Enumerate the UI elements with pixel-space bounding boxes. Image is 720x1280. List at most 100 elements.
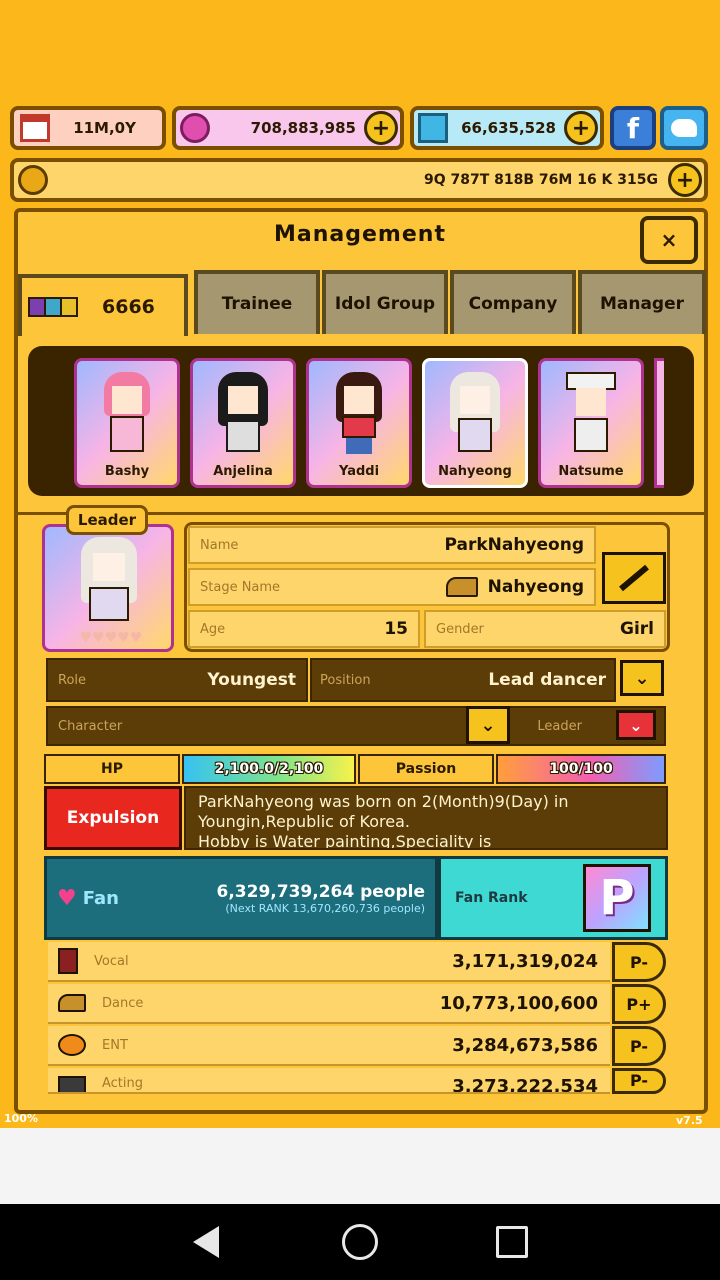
position-label: Position bbox=[320, 672, 371, 688]
fan-panel: ♥ Fan 6,329,739,264 people (Next RANK 13… bbox=[44, 856, 438, 940]
facebook-button[interactable]: f bbox=[610, 106, 656, 150]
shoe-icon bbox=[445, 577, 478, 597]
member-count-tab[interactable]: 6666 bbox=[18, 274, 188, 336]
stat-row-acting: Acting 3,273,222,534 bbox=[48, 1068, 610, 1094]
stat-row-ent: ENT 3,284,673,586 bbox=[48, 1026, 610, 1066]
member-avatar bbox=[328, 372, 390, 458]
rank-badge: P bbox=[583, 864, 651, 932]
name-value: ParkNahyeong bbox=[444, 535, 584, 555]
microphone-icon bbox=[58, 948, 78, 974]
add-pink-currency-button[interactable]: + bbox=[364, 111, 398, 145]
member-card[interactable]: Anjelina bbox=[190, 358, 296, 488]
member-card[interactable]: Bashy bbox=[74, 358, 180, 488]
rank-letter: P bbox=[599, 870, 635, 926]
character-dropdown-button[interactable]: ⌄ bbox=[466, 706, 510, 744]
stat-row-dance: Dance 10,773,100,600 bbox=[48, 984, 610, 1024]
close-button[interactable]: × bbox=[640, 216, 698, 264]
gender-value: Girl bbox=[620, 619, 654, 639]
position-row: Position Lead dancer bbox=[310, 658, 616, 702]
leader-label: Leader bbox=[537, 718, 582, 734]
date-display: 11M,0Y bbox=[10, 106, 166, 150]
mask-icon bbox=[58, 1034, 86, 1056]
passion-label: Passion bbox=[358, 754, 494, 784]
name-label: Name bbox=[200, 537, 239, 553]
role-label: Role bbox=[58, 672, 87, 688]
stat-row-vocal: Vocal 3,171,319,024 bbox=[48, 942, 610, 982]
stat-grade-dance: P+ bbox=[612, 984, 666, 1024]
member-card-partial[interactable] bbox=[654, 358, 664, 488]
recents-button[interactable] bbox=[496, 1226, 528, 1258]
blue-currency: 66,635,528 + bbox=[410, 106, 604, 150]
fan-label: Fan bbox=[82, 887, 119, 909]
member-card[interactable]: Yaddi bbox=[306, 358, 412, 488]
heart-icon: ♥ bbox=[57, 885, 77, 911]
stat-value: 10,773,100,600 bbox=[439, 992, 598, 1014]
date-value: 11M,0Y bbox=[73, 119, 136, 137]
bio-panel[interactable]: ParkNahyeong was born on 2(Month)9(Day) … bbox=[184, 786, 668, 850]
member-avatar bbox=[444, 372, 506, 458]
hp-value: 2,100.0/2,100 bbox=[214, 761, 324, 777]
home-button[interactable] bbox=[342, 1224, 378, 1260]
age-field: Age 15 bbox=[188, 610, 420, 648]
stat-value: 3,171,319,024 bbox=[452, 950, 598, 972]
facebook-icon: f bbox=[626, 111, 640, 145]
edit-name-button[interactable] bbox=[602, 552, 666, 604]
stage-name-value: Nahyeong bbox=[487, 577, 584, 597]
member-avatar bbox=[560, 372, 622, 458]
blank-area bbox=[0, 1128, 720, 1204]
fan-next-rank: (Next RANK 13,670,260,736 people) bbox=[225, 901, 425, 915]
back-button[interactable] bbox=[186, 1222, 226, 1262]
zoom-indicator: 100% bbox=[4, 1112, 38, 1125]
stat-label: Acting bbox=[102, 1076, 144, 1091]
stat-value: 3,284,673,586 bbox=[452, 1034, 598, 1056]
expulsion-button[interactable]: Expulsion bbox=[44, 786, 182, 850]
member-name: Anjelina bbox=[213, 464, 273, 479]
window-title: Management bbox=[274, 222, 446, 247]
calendar-icon bbox=[20, 114, 50, 142]
twitter-button[interactable] bbox=[660, 106, 708, 150]
pink-currency-value: 708,883,985 bbox=[250, 119, 356, 137]
stage-name-label: Stage Name bbox=[200, 579, 281, 595]
member-card[interactable]: Nahyeong bbox=[422, 358, 528, 488]
fan-rank-label: Fan Rank bbox=[455, 890, 528, 906]
group-icon bbox=[28, 297, 78, 317]
chevron-down-icon: ⌄ bbox=[629, 715, 643, 735]
stat-grade-ent: P- bbox=[612, 1026, 666, 1066]
age-value: 15 bbox=[384, 619, 408, 639]
character-row: Character - Leader bbox=[46, 706, 666, 746]
name-field: Name ParkNahyeong bbox=[188, 526, 596, 564]
add-blue-currency-button[interactable]: + bbox=[564, 111, 598, 145]
tab-idol-group[interactable]: Idol Group bbox=[322, 270, 448, 334]
camera-icon bbox=[58, 1076, 86, 1092]
add-gold-button[interactable]: + bbox=[668, 163, 702, 197]
member-name: Bashy bbox=[104, 464, 150, 479]
back-triangle-icon bbox=[193, 1226, 219, 1258]
role-row: Role Youngest bbox=[46, 658, 308, 702]
tab-manager[interactable]: Manager bbox=[578, 270, 706, 334]
member-name: Natsume bbox=[558, 464, 624, 479]
leader-toggle-button[interactable]: ⌄ bbox=[616, 710, 656, 740]
passion-value: 100/100 bbox=[549, 761, 613, 777]
blue-currency-value: 66,635,528 bbox=[461, 119, 556, 137]
member-avatar bbox=[96, 372, 158, 458]
position-dropdown-button[interactable]: ⌄ bbox=[620, 660, 664, 696]
version-label: v7.5 bbox=[676, 1114, 703, 1127]
bio-text: ParkNahyeong was born on 2(Month)9(Day) … bbox=[198, 792, 569, 850]
chevron-down-icon: ⌄ bbox=[634, 667, 650, 689]
diamond-icon bbox=[418, 113, 448, 143]
tab-company[interactable]: Company bbox=[450, 270, 576, 334]
pink-currency: 708,883,985 + bbox=[172, 106, 404, 150]
close-icon: × bbox=[660, 228, 678, 252]
member-card[interactable]: Natsume bbox=[538, 358, 644, 488]
stat-grade-acting: P- bbox=[612, 1068, 666, 1094]
affection-hearts: ♥♥♥♥♥ bbox=[79, 630, 143, 646]
gold-currency: 9Q 787T 818B 76M 16 K 315G + bbox=[10, 158, 708, 202]
tab-trainee[interactable]: Trainee bbox=[194, 270, 320, 334]
gender-label: Gender bbox=[436, 621, 484, 637]
bird-icon bbox=[671, 119, 697, 137]
profile-portrait: ♥♥♥♥♥ bbox=[42, 524, 174, 652]
member-avatar bbox=[212, 372, 274, 458]
role-value: Youngest bbox=[207, 670, 296, 690]
stat-grade-vocal: P- bbox=[612, 942, 666, 982]
pencil-icon bbox=[619, 564, 649, 592]
